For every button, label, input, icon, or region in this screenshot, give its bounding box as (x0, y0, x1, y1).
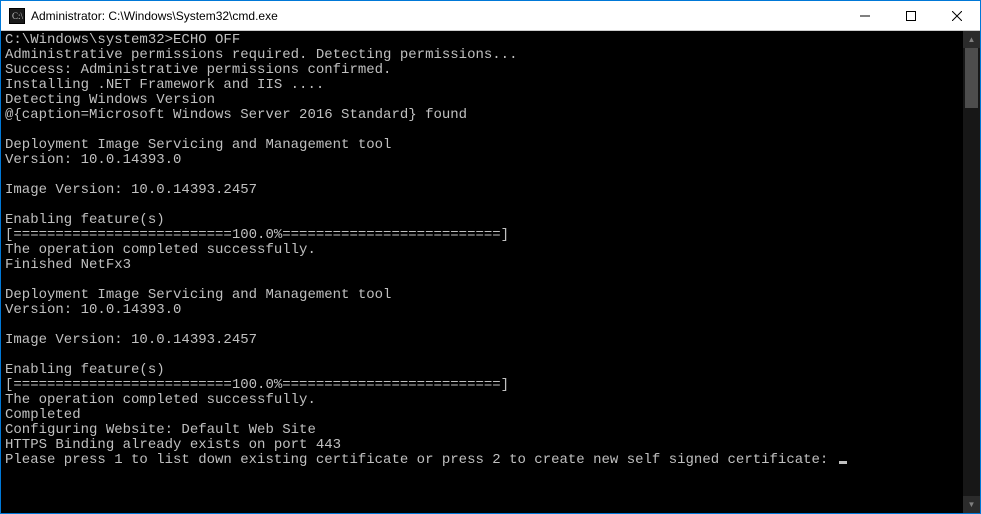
terminal-cursor (839, 461, 847, 464)
terminal-line: C:\Windows\system32>ECHO OFF (5, 33, 959, 48)
scrollbar[interactable]: ▲ ▼ (963, 31, 980, 513)
scrollbar-track[interactable] (963, 48, 980, 496)
terminal-line: Detecting Windows Version (5, 93, 959, 108)
terminal-line: Deployment Image Servicing and Managemen… (5, 288, 959, 303)
chevron-up-icon: ▲ (968, 35, 976, 44)
window-title: Administrator: C:\Windows\System32\cmd.e… (31, 1, 842, 31)
terminal-line: [==========================100.0%=======… (5, 378, 959, 393)
terminal-line: Finished NetFx3 (5, 258, 959, 273)
terminal-line: Version: 10.0.14393.0 (5, 153, 959, 168)
chevron-down-icon: ▼ (968, 500, 976, 509)
terminal-line (5, 198, 959, 213)
terminal-line: The operation completed successfully. (5, 393, 959, 408)
terminal-line: Success: Administrative permissions conf… (5, 63, 959, 78)
terminal-output: C:\Windows\system32>ECHO OFFAdministrati… (1, 31, 963, 513)
titlebar[interactable]: C:\ Administrator: C:\Windows\System32\c… (1, 1, 980, 31)
terminal-line (5, 168, 959, 183)
cmd-icon: C:\ (9, 8, 25, 24)
terminal-line (5, 123, 959, 138)
minimize-button[interactable] (842, 1, 888, 30)
terminal-area[interactable]: C:\Windows\system32>ECHO OFFAdministrati… (1, 31, 980, 513)
terminal-line (5, 273, 959, 288)
terminal-line: Image Version: 10.0.14393.2457 (5, 333, 959, 348)
terminal-line (5, 348, 959, 363)
terminal-line (5, 318, 959, 333)
terminal-line: The operation completed successfully. (5, 243, 959, 258)
terminal-line: Completed (5, 408, 959, 423)
terminal-line: Enabling feature(s) (5, 363, 959, 378)
terminal-line: @{caption=Microsoft Windows Server 2016 … (5, 108, 959, 123)
terminal-line: Please press 1 to list down existing cer… (5, 453, 959, 468)
close-button[interactable] (934, 1, 980, 30)
terminal-line: [==========================100.0%=======… (5, 228, 959, 243)
terminal-line: Administrative permissions required. Det… (5, 48, 959, 63)
scrollbar-thumb[interactable] (965, 48, 978, 108)
scrollbar-up-button[interactable]: ▲ (963, 31, 980, 48)
terminal-line: Enabling feature(s) (5, 213, 959, 228)
terminal-line: Image Version: 10.0.14393.2457 (5, 183, 959, 198)
window-controls (842, 1, 980, 30)
terminal-line: Configuring Website: Default Web Site (5, 423, 959, 438)
terminal-line: Version: 10.0.14393.0 (5, 303, 959, 318)
terminal-line: Deployment Image Servicing and Managemen… (5, 138, 959, 153)
terminal-line: Installing .NET Framework and IIS .... (5, 78, 959, 93)
scrollbar-down-button[interactable]: ▼ (963, 496, 980, 513)
terminal-line: HTTPS Binding already exists on port 443 (5, 438, 959, 453)
svg-text:C:\: C:\ (12, 11, 24, 21)
maximize-button[interactable] (888, 1, 934, 30)
